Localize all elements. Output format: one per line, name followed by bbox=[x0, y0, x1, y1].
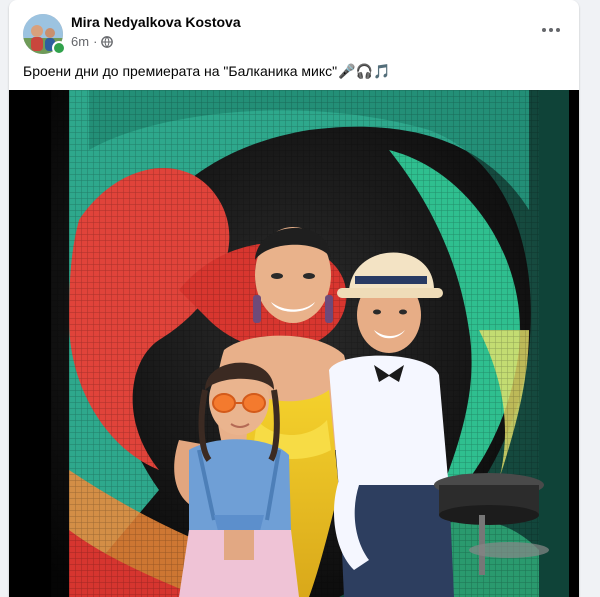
post-text: Броени дни до премиерата на "Балканика м… bbox=[23, 62, 565, 81]
post-emojis: 🎤🎧🎵 bbox=[338, 64, 391, 80]
post-photo[interactable] bbox=[9, 90, 579, 597]
post-caption: Броени дни до премиерата на "Балканика м… bbox=[23, 63, 338, 79]
post-meta: 6m · bbox=[71, 34, 114, 49]
globe-icon[interactable] bbox=[101, 35, 114, 48]
post-timestamp[interactable]: 6m bbox=[71, 34, 89, 49]
meta-separator: · bbox=[93, 34, 98, 49]
more-options-icon[interactable] bbox=[537, 18, 565, 42]
post-author-name[interactable]: Mira Nedyalkova Kostova bbox=[71, 14, 241, 30]
online-status-indicator bbox=[52, 41, 66, 55]
feed-post: Mira Nedyalkova Kostova 6m · Броени дни … bbox=[9, 0, 579, 597]
